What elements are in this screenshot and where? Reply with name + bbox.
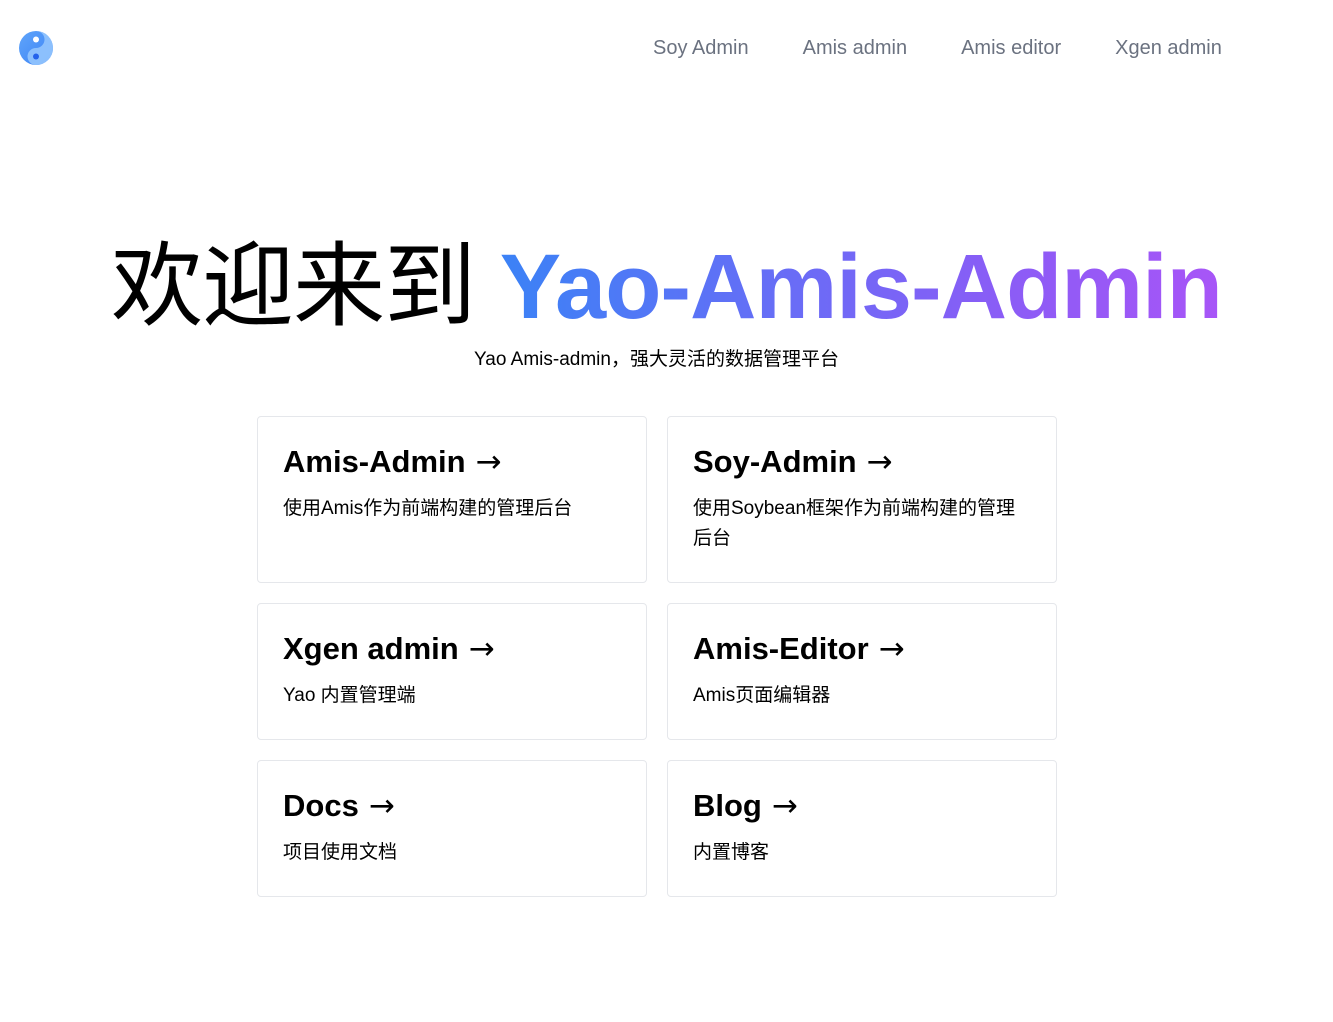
- card-title: Amis-Editor →: [693, 630, 1031, 668]
- card-title-text: Soy-Admin: [693, 444, 857, 479]
- nav-xgen-admin[interactable]: Xgen admin: [1088, 34, 1249, 62]
- page: Soy Admin Amis admin Amis editor Xgen ad…: [0, 0, 1333, 1022]
- arrow-right-icon: →: [866, 444, 893, 480]
- card-title: Amis-Admin →: [283, 443, 621, 481]
- nav-soy-admin[interactable]: Soy Admin: [626, 34, 776, 62]
- hero-subtitle: Yao Amis-admin，强大灵活的数据管理平台: [474, 349, 839, 370]
- arrow-right-icon: →: [468, 631, 495, 667]
- yao-logo-icon[interactable]: [18, 30, 54, 66]
- arrow-right-icon: →: [475, 444, 502, 480]
- top-nav: Soy Admin Amis admin Amis editor Xgen ad…: [626, 34, 1249, 62]
- nav-amis-editor[interactable]: Amis editor: [934, 34, 1088, 62]
- hero-brand: Yao-Amis-Admin: [499, 236, 1223, 338]
- card-title: Soy-Admin →: [693, 443, 1031, 481]
- nav-amis-admin[interactable]: Amis admin: [776, 34, 934, 62]
- card-title-text: Amis-Admin: [283, 444, 466, 479]
- arrow-right-icon: →: [771, 788, 798, 824]
- card-docs[interactable]: Docs → 项目使用文档: [257, 760, 647, 897]
- card-title: Docs →: [283, 787, 621, 825]
- card-description: 项目使用文档: [283, 842, 398, 863]
- card-soy-admin[interactable]: Soy-Admin → 使用Soybean框架作为前端构建的管理后台: [667, 416, 1057, 583]
- card-title-text: Xgen admin: [283, 631, 459, 666]
- card-description: 使用Soybean框架作为前端构建的管理后台: [693, 498, 1016, 549]
- arrow-right-icon: →: [368, 788, 395, 824]
- card-description: Yao 内置管理端: [283, 685, 416, 706]
- card-amis-editor[interactable]: Amis-Editor → Amis页面编辑器: [667, 603, 1057, 740]
- card-title-text: Docs: [283, 788, 359, 823]
- arrow-right-icon: →: [878, 631, 905, 667]
- card-title: Xgen admin →: [283, 630, 621, 668]
- card-title-text: Amis-Editor: [693, 631, 869, 666]
- card-description: 内置博客: [693, 842, 770, 863]
- card-description: 使用Amis作为前端构建的管理后台: [283, 498, 573, 519]
- hero: 欢迎来到 Yao-Amis-Admin: [0, 232, 1333, 342]
- card-amis-admin[interactable]: Amis-Admin → 使用Amis作为前端构建的管理后台: [257, 416, 647, 583]
- card-description: Amis页面编辑器: [693, 685, 831, 706]
- card-xgen-admin[interactable]: Xgen admin → Yao 内置管理端: [257, 603, 647, 740]
- hero-welcome: 欢迎来到: [111, 233, 476, 340]
- card-title-text: Blog: [693, 788, 762, 823]
- card-blog[interactable]: Blog → 内置博客: [667, 760, 1057, 897]
- hero-title: 欢迎来到 Yao-Amis-Admin: [0, 232, 1333, 342]
- card-title: Blog →: [693, 787, 1031, 825]
